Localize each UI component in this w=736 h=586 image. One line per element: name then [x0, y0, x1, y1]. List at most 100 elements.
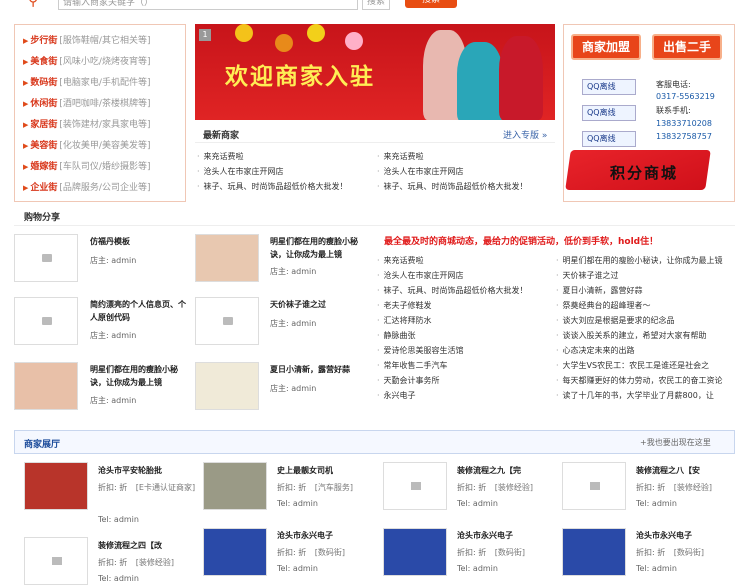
merchant-link[interactable]: 沧头人在市家庄开网店 — [197, 166, 284, 177]
news-link[interactable]: 爱诗伦思美服容生活馆 — [377, 345, 547, 356]
shop-thumbnail[interactable] — [24, 462, 88, 510]
category-name[interactable]: 步行街 — [30, 36, 57, 46]
shop-thumbnail[interactable] — [562, 462, 626, 510]
share-thumbnail[interactable] — [195, 297, 259, 345]
shop-name[interactable]: 沧头市永兴电子 — [636, 530, 692, 541]
news-link[interactable]: 袜子、玩具、时尚饰品超低价格大批发！ — [377, 285, 547, 296]
search-submit-button[interactable]: 搜索 — [362, 0, 390, 10]
shop-name[interactable]: 沧头市平安轮胎批 — [98, 465, 162, 476]
share-thumbnail[interactable] — [195, 234, 259, 282]
shop-thumbnail[interactable] — [203, 528, 267, 576]
share-title[interactable]: 仿福丹模板 — [90, 235, 190, 248]
category-item[interactable]: ▶ 婚嫁街 [车队司仪/婚纱摄影等] — [23, 157, 183, 177]
category-sub[interactable]: [品牌服务/公司企业等] — [59, 183, 150, 193]
category-sub[interactable]: [风味小吃/烧烤夜宵等] — [59, 57, 150, 67]
shop-tag[interactable]: [装修经验] — [136, 558, 174, 567]
share-thumbnail[interactable] — [195, 362, 259, 410]
news-link[interactable]: 老夫子修鞋发 — [377, 300, 547, 311]
news-link[interactable]: 明星们都在用的瘦脸小秘诀，让你成为最上镜 — [556, 255, 736, 266]
category-sub[interactable]: [化妆美甲/美容美发等] — [59, 141, 150, 151]
news-link[interactable]: 静脉曲张 — [377, 330, 547, 341]
category-item[interactable]: ▶ 美容街 [化妆美甲/美容美发等] — [23, 136, 183, 156]
news-link[interactable]: 祭奠经典台的超峰理者～ — [556, 300, 736, 311]
news-link[interactable]: 每天都赚更好的体力劳动，农民工的奋工资论 — [556, 375, 736, 386]
shop-name[interactable]: 沧头市永兴电子 — [457, 530, 513, 541]
category-list: ▶ 步行街 [服饰鞋帽/其它相关等] ▶ 美食街 [风味小吃/烧烤夜宵等] ▶ 数码街 [电… — [14, 24, 186, 202]
shop-tag[interactable]: [数码街] — [674, 548, 704, 557]
news-link[interactable]: 天勤会计事务所 — [377, 375, 547, 386]
news-link[interactable]: 读了十几年的书，大学毕业了月薪800，让 — [556, 390, 736, 401]
shop-name[interactable]: 沧头市永兴电子 — [277, 530, 333, 541]
category-name[interactable]: 美食街 — [30, 57, 57, 67]
sell-used-button[interactable]: 出售二手 — [652, 34, 722, 60]
category-name[interactable]: 企业街 — [30, 183, 57, 193]
share-title[interactable]: 明星们都在用的瘦脸小秘诀，让你成为最上镜 — [90, 363, 190, 389]
news-link[interactable]: 心态决定未来的出路 — [556, 345, 736, 356]
banner-index[interactable]: 1 — [199, 29, 211, 41]
shop-thumbnail[interactable] — [203, 462, 267, 510]
category-sub[interactable]: [车队司仪/婚纱摄影等] — [59, 162, 150, 172]
news-link[interactable]: 常年收售二手汽车 — [377, 360, 547, 371]
merchant-link[interactable]: 来充话费啦 — [197, 151, 244, 162]
news-link[interactable]: 夏日小清新，露营好蒜 — [556, 285, 736, 296]
shop-tag[interactable]: [数码街] — [495, 548, 525, 557]
category-sub[interactable]: [装饰建材/家具家电等] — [59, 120, 150, 130]
category-name[interactable]: 美容街 — [30, 141, 57, 151]
merchant-link[interactable]: 袜子、玩具、时尚饰品超低价格大批发！ — [197, 181, 348, 192]
category-item[interactable]: ▶ 数码街 [电脑家电/手机配件等] — [23, 73, 183, 93]
points-mall-label[interactable]: 积分商城 — [610, 162, 710, 182]
merchant-link[interactable]: 袜子、玩具、时尚饰品超低价格大批发！ — [377, 181, 528, 192]
category-name[interactable]: 家居街 — [30, 120, 57, 130]
merchant-join-button[interactable]: 商家加盟 — [571, 34, 641, 60]
category-sub[interactable]: [服饰鞋帽/其它相关等] — [59, 36, 150, 46]
qq-offline-button[interactable]: QQ离线 — [582, 79, 636, 95]
category-item[interactable]: ▶ 家居街 [装饰建材/家具家电等] — [23, 115, 183, 135]
category-name[interactable]: 婚嫁街 — [30, 162, 57, 172]
category-sub[interactable]: [电脑家电/手机配件等] — [59, 78, 150, 88]
shop-tag[interactable]: [汽车服务] — [315, 483, 353, 492]
category-item[interactable]: ▶ 美食街 [风味小吃/烧烤夜宵等] — [23, 52, 183, 72]
share-title[interactable]: 夏日小清新，露营好蒜 — [270, 363, 370, 376]
shop-name[interactable]: 史上最靓女司机 — [277, 465, 333, 476]
search-go-button[interactable]: 搜索 — [405, 0, 457, 8]
shop-thumbnail[interactable] — [383, 528, 447, 576]
add-shop-link[interactable]: +我也要出现在这里 — [640, 437, 711, 448]
news-link[interactable]: 汇达将拜防水 — [377, 315, 547, 326]
search-input[interactable]: 请输入商家关键字（） — [58, 0, 358, 10]
share-thumbnail[interactable] — [14, 297, 78, 345]
qq-offline-button[interactable]: QQ离线 — [582, 105, 636, 121]
news-link[interactable]: 谈谈入股关系的建立，希望对大家有帮助 — [556, 330, 736, 341]
shop-tag[interactable]: [装修经验] — [674, 483, 712, 492]
news-link[interactable]: 大学生VS农民工：农民工是谁还是社会之 — [556, 360, 736, 371]
shop-tag[interactable]: [装修经验] — [495, 483, 533, 492]
shop-name[interactable]: 装修流程之四【改 — [98, 540, 162, 551]
shop-tag[interactable]: [数码街] — [315, 548, 345, 557]
share-title[interactable]: 简约漂亮的个人信息页、个人原创代码 — [90, 298, 190, 324]
news-link[interactable]: 天价袜子谁之过 — [556, 270, 736, 281]
news-link[interactable]: 永兴电子 — [377, 390, 547, 401]
news-headline[interactable]: 最全最及时的商城动态，最给力的促销活动，低价到手软，hold住！ — [384, 234, 658, 247]
category-item[interactable]: ▶ 休闲街 [酒吧咖啡/茶楼棋牌等] — [23, 94, 183, 114]
news-link[interactable]: 谈大刘应是根据是要求的纪念品 — [556, 315, 736, 326]
shop-name[interactable]: 装修流程之八【安 — [636, 465, 700, 476]
shop-name[interactable]: 装修流程之九【完 — [457, 465, 521, 476]
shop-thumbnail[interactable] — [383, 462, 447, 510]
category-sub[interactable]: [酒吧咖啡/茶楼棋牌等] — [59, 99, 150, 109]
news-link[interactable]: 沧头人在市家庄开网店 — [377, 270, 547, 281]
more-link[interactable]: 进入专版 » — [503, 128, 547, 141]
category-item[interactable]: ▶ 企业街 [品牌服务/公司企业等] — [23, 178, 183, 198]
share-thumbnail[interactable] — [14, 234, 78, 282]
shop-tag[interactable]: [E卡通认证商家] — [136, 483, 195, 492]
qq-offline-button[interactable]: QQ离线 — [582, 131, 636, 147]
shop-thumbnail[interactable] — [24, 537, 88, 585]
category-name[interactable]: 数码街 — [30, 78, 57, 88]
category-item[interactable]: ▶ 步行街 [服饰鞋帽/其它相关等] — [23, 31, 183, 51]
category-name[interactable]: 休闲街 — [30, 99, 57, 109]
news-link[interactable]: 来充话费啦 — [377, 255, 547, 266]
merchant-link[interactable]: 沧头人在市家庄开网店 — [377, 166, 464, 177]
merchant-link[interactable]: 来充话费啦 — [377, 151, 424, 162]
share-thumbnail[interactable] — [14, 362, 78, 410]
share-title[interactable]: 明星们都在用的瘦脸小秘诀，让你成为最上镜 — [270, 235, 370, 261]
shop-thumbnail[interactable] — [562, 528, 626, 576]
share-title[interactable]: 天价袜子谁之过 — [270, 298, 370, 311]
